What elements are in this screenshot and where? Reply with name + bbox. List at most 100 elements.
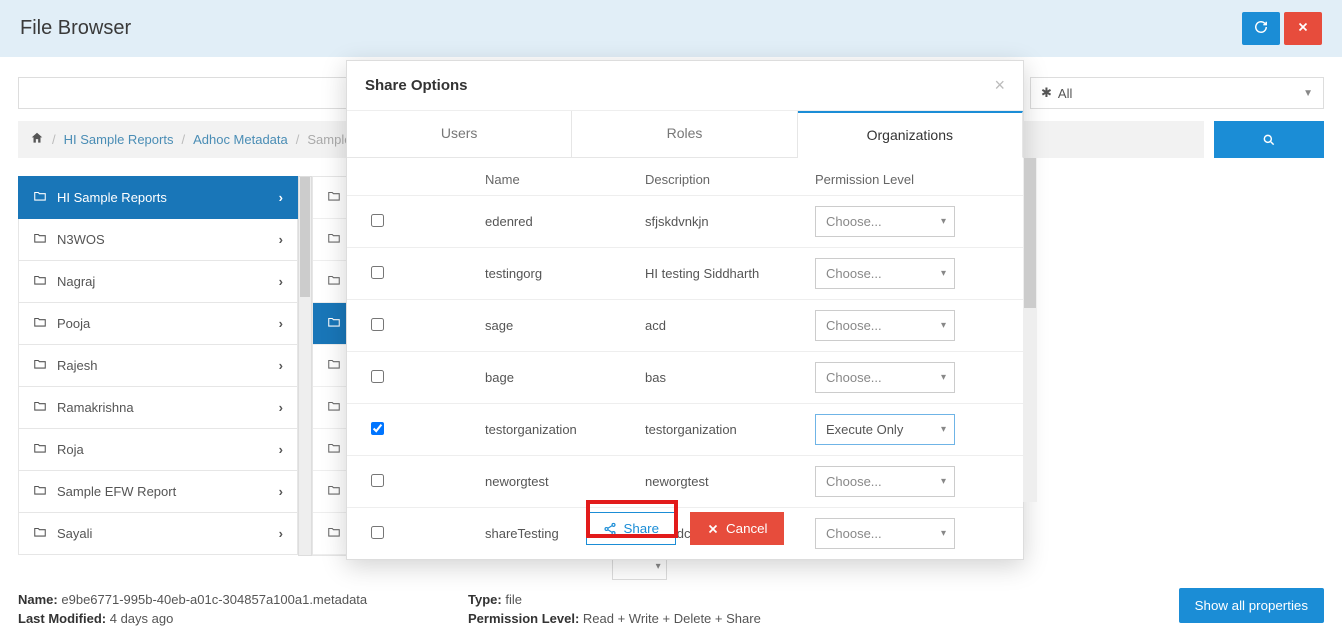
folder-icon <box>327 399 341 416</box>
breadcrumb-root[interactable]: HI Sample Reports <box>64 132 174 147</box>
filter-label: All <box>1058 86 1072 101</box>
breadcrumb-sep: / <box>296 132 300 147</box>
chevron-right-icon: › <box>279 442 283 457</box>
org-name: bage <box>485 370 645 385</box>
sidebar-item[interactable]: Nagraj › <box>18 261 298 303</box>
permission-select[interactable]: Choose... <box>815 310 955 341</box>
org-table: Name Description Permission Level edenre… <box>347 158 1023 559</box>
org-row: sageacdChoose... <box>347 299 1023 351</box>
modal-tabs: Users Roles Organizations <box>347 111 1023 158</box>
sidebar-item-label: Roja <box>57 442 84 457</box>
sidebar-item[interactable]: Pooja› <box>18 303 298 345</box>
sidebar-item-label: HI Sample Reports <box>57 190 167 205</box>
breadcrumb-mid[interactable]: Adhoc Metadata <box>193 132 288 147</box>
folder-icon <box>33 525 47 542</box>
cancel-icon <box>706 522 720 536</box>
folder-icon <box>33 231 47 248</box>
close-button[interactable] <box>1284 12 1322 45</box>
org-checkbox[interactable] <box>371 318 384 331</box>
show-properties-button[interactable]: Show all properties <box>1179 588 1324 623</box>
org-row: bagebasChoose... <box>347 351 1023 403</box>
folder-icon <box>33 441 47 458</box>
close-icon <box>1296 20 1310 34</box>
folder-icon <box>327 273 341 290</box>
org-checkbox[interactable] <box>371 474 384 487</box>
cancel-label: Cancel <box>726 521 768 536</box>
chevron-right-icon: › <box>279 526 283 541</box>
org-checkbox[interactable] <box>371 370 384 383</box>
details-bar: Name: e9be6771-995b-40eb-a01c-304857a100… <box>0 580 1342 638</box>
tab-organizations[interactable]: Organizations <box>798 111 1023 158</box>
sidebar-item-label: Nagraj <box>57 274 95 289</box>
org-checkbox[interactable] <box>371 422 384 435</box>
perm-value: Read + Write + Delete + Share <box>583 611 761 626</box>
folder-icon <box>327 483 341 500</box>
folder-icon <box>327 315 341 332</box>
folder-icon <box>327 525 341 542</box>
sidebar-item[interactable]: Ramakrishna› <box>18 387 298 429</box>
org-checkbox[interactable] <box>371 266 384 279</box>
sidebar-item[interactable]: Sayali › <box>18 513 298 555</box>
home-icon[interactable] <box>30 131 44 148</box>
tab-users[interactable]: Users <box>347 111 572 158</box>
type-value: file <box>505 592 522 607</box>
chevron-right-icon: › <box>279 190 283 205</box>
folder-icon <box>327 357 341 374</box>
sidebar-item[interactable]: N3WOS› <box>18 219 298 261</box>
sidebar-item-label: Rajesh <box>57 358 97 373</box>
header-name: Name <box>485 172 645 187</box>
search-button[interactable] <box>1214 121 1324 158</box>
chevron-right-icon: › <box>279 274 283 289</box>
permission-select[interactable]: Choose... <box>815 466 955 497</box>
org-description: HI testing Siddharth <box>645 266 815 281</box>
org-row: edenredsfjskdvnkjnChoose... <box>347 195 1023 247</box>
org-description: bas <box>645 370 815 385</box>
permission-select[interactable]: Choose... <box>815 206 955 237</box>
table-header: Name Description Permission Level <box>347 158 1023 195</box>
sidebar-item-label: Sayali <box>57 526 92 541</box>
page-title: File Browser <box>20 17 131 40</box>
folder-icon <box>33 189 47 206</box>
search-icon <box>1262 133 1276 147</box>
cancel-button[interactable]: Cancel <box>690 512 784 545</box>
folder-icon <box>327 441 341 458</box>
sidebar-item[interactable]: HI Sample Reports › <box>18 176 298 219</box>
org-row: testorganizationtestorganizationExecute … <box>347 403 1023 455</box>
org-description: acd <box>645 318 815 333</box>
sidebar-item-label: Sample EFW Report <box>57 484 176 499</box>
header-permission: Permission Level <box>815 172 1005 187</box>
tab-roles[interactable]: Roles <box>572 111 797 158</box>
modal-body: Name Description Permission Level edenre… <box>347 158 1023 502</box>
sidebar-item[interactable]: Roja › <box>18 429 298 471</box>
filter-dropdown[interactable]: ✱ All ▼ <box>1030 77 1324 109</box>
org-description: sfjskdvnkjn <box>645 214 815 229</box>
org-checkbox[interactable] <box>371 214 384 227</box>
modal-close-button[interactable]: × <box>994 75 1005 96</box>
sidebar-item[interactable]: Rajesh › <box>18 345 298 387</box>
sidebar: HI Sample Reports›N3WOS›Nagraj›Pooja›Raj… <box>18 176 298 556</box>
modal-scrollbar[interactable] <box>1023 158 1037 502</box>
permission-select[interactable]: Choose... <box>815 362 955 393</box>
breadcrumb-sep: / <box>181 132 185 147</box>
folder-icon <box>33 357 47 374</box>
org-name: sage <box>485 318 645 333</box>
modal-header: Share Options × <box>347 61 1023 111</box>
sidebar-item-label: N3WOS <box>57 232 105 247</box>
folder-icon <box>33 399 47 416</box>
refresh-button[interactable] <box>1242 12 1280 45</box>
share-button[interactable]: Share <box>586 512 676 545</box>
chevron-down-icon: ▼ <box>1303 88 1313 99</box>
org-description: neworgtest <box>645 474 815 489</box>
name-value: e9be6771-995b-40eb-a01c-304857a100a1.met… <box>61 592 367 607</box>
modal-footer: Share Cancel <box>347 502 1023 559</box>
permission-select[interactable]: Choose... <box>815 258 955 289</box>
name-label: Name: <box>18 592 58 607</box>
sidebar-scrollbar[interactable] <box>298 176 312 556</box>
permission-select[interactable]: Execute Only <box>815 414 955 445</box>
chevron-right-icon: › <box>279 316 283 331</box>
modified-value: 4 days ago <box>110 611 174 626</box>
org-name: edenred <box>485 214 645 229</box>
perm-label: Permission Level: <box>468 611 579 626</box>
sidebar-item[interactable]: Sample EFW Report› <box>18 471 298 513</box>
chevron-right-icon: › <box>279 358 283 373</box>
